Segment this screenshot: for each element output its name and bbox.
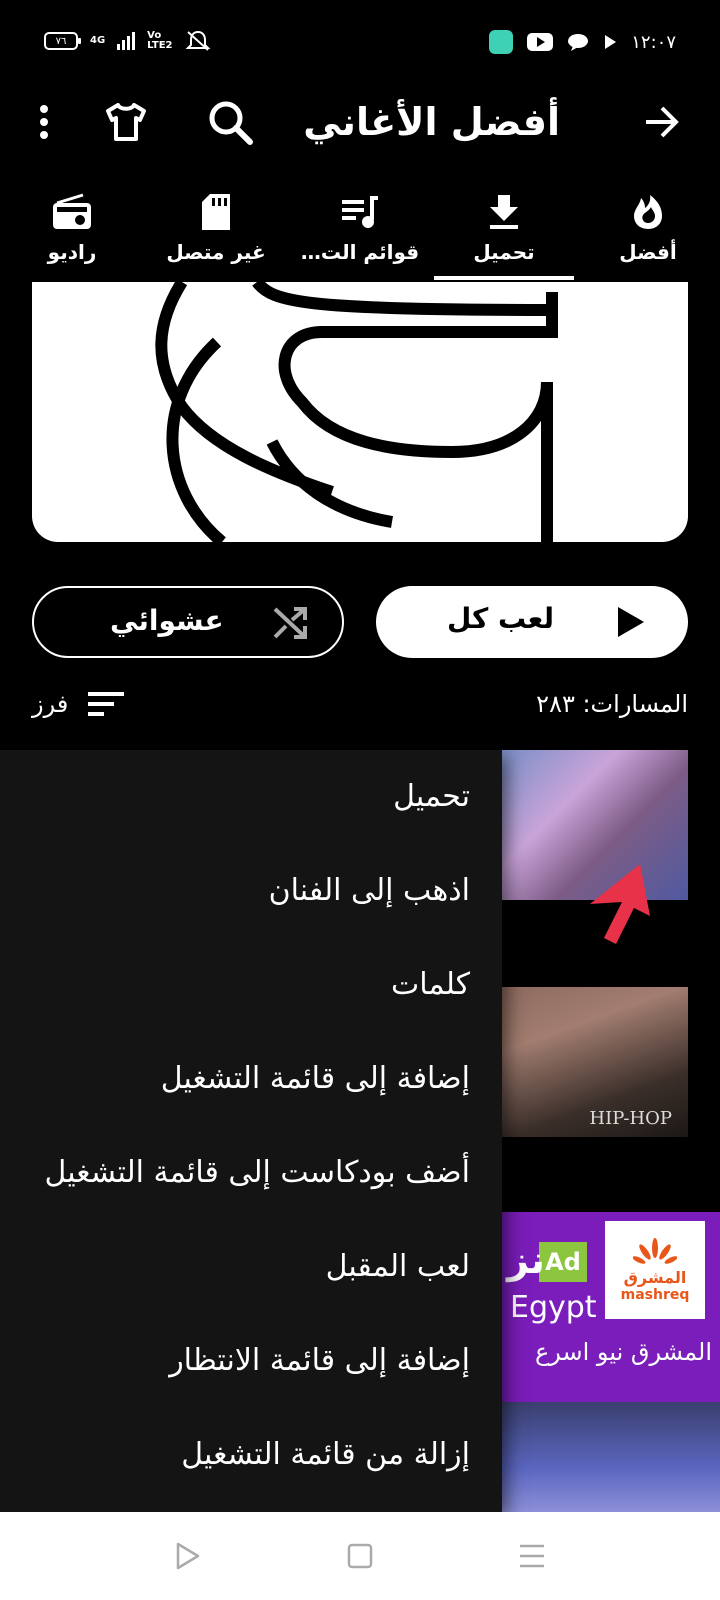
sort-icon: [88, 692, 125, 716]
page-title: أفضل الأغاني: [303, 100, 560, 144]
menu-item-download[interactable]: تحميل: [393, 772, 470, 820]
recents-nav-icon[interactable]: [510, 1534, 554, 1578]
chat-icon: [568, 34, 589, 51]
playlist-icon: [342, 196, 378, 228]
menu-item-add-to-queue[interactable]: إضافة إلى قائمة الانتظار: [169, 1336, 470, 1384]
radio-icon: [53, 193, 91, 229]
back-nav-icon[interactable]: [166, 1534, 210, 1578]
track-thumbnail[interactable]: [502, 1402, 720, 1512]
sd-card-icon: [202, 194, 230, 230]
tshirt-icon[interactable]: [98, 94, 154, 150]
pointer-cursor-icon: [590, 864, 650, 944]
clock: ١٢:٠٧: [631, 31, 676, 53]
sun-logo-icon: [633, 1237, 677, 1264]
shuffle-icon: [273, 607, 307, 639]
thumbnail-label: HIP-HOP: [589, 1108, 672, 1129]
network-type: 4G: [90, 35, 106, 46]
menu-item-play-next[interactable]: لعب المقبل: [326, 1242, 470, 1290]
play-all-button[interactable]: لعب كل: [376, 586, 688, 658]
tab-top[interactable]: أفضل: [578, 184, 718, 280]
playlist-banner: [32, 282, 688, 542]
ad-badge: Ad: [539, 1242, 587, 1282]
advertiser-name-ar: المشرق: [623, 1267, 687, 1287]
menu-item-go-to-artist[interactable]: اذهب إلى الفنان: [269, 866, 470, 914]
shuffle-button[interactable]: عشوائي: [32, 586, 344, 658]
battery-icon: ٧٦: [44, 32, 81, 50]
menu-item-add-to-playlist[interactable]: إضافة إلى قائمة التشغيل: [161, 1054, 470, 1102]
ad-banner[interactable]: المشرق mashreq Ad نز Egypt المشرق نيو اس…: [502, 1212, 720, 1402]
shuffle-label: عشوائي: [110, 604, 224, 637]
back-arrow-icon[interactable]: [634, 94, 690, 150]
tab-label: قوائم الت…: [300, 240, 420, 264]
system-nav-bar: [0, 1512, 720, 1600]
menu-item-remove-from-playlist[interactable]: إزالة من قائمة التشغيل: [181, 1430, 470, 1478]
more-options-icon[interactable]: [16, 94, 72, 150]
search-icon[interactable]: [202, 94, 258, 150]
menu-item-lyrics[interactable]: كلمات: [391, 960, 470, 1008]
app-notification-icon: [489, 30, 514, 54]
ad-country: Egypt: [510, 1290, 597, 1325]
tab-playlists[interactable]: قوائم الت…: [290, 184, 430, 280]
tab-offline[interactable]: غير متصل: [146, 184, 286, 280]
menu-item-add-podcast-to-playlist[interactable]: أضف بودكاست إلى قائمة التشغيل: [44, 1148, 470, 1196]
tab-label: تحميل: [473, 240, 535, 264]
tab-label: غير متصل: [166, 240, 266, 264]
tab-label: أفضل: [619, 240, 677, 264]
download-icon: [490, 195, 518, 229]
advertiser-logo: المشرق mashreq: [605, 1221, 705, 1319]
battery-level: ٧٦: [55, 35, 67, 47]
tab-radio[interactable]: راديو: [2, 184, 142, 280]
sort-button[interactable]: فرز: [32, 690, 126, 718]
context-menu: تحميل اذهب إلى الفنان كلمات إضافة إلى قا…: [0, 750, 502, 1512]
play-all-label: لعب كل: [447, 602, 554, 635]
volte-label: Vo LTE2: [147, 30, 173, 51]
tab-downloads[interactable]: تحميل: [434, 184, 574, 280]
brand-logo: [155, 282, 558, 542]
status-bar: ٧٦ 4G Vo LTE2 ١٢:٠٧: [0, 0, 720, 84]
tracks-count: المسارات: ٢٨٣: [536, 690, 688, 718]
play-notification-icon: [605, 35, 617, 49]
active-tab-indicator: [434, 276, 574, 280]
youtube-icon: [527, 33, 554, 51]
tab-bar: أفضل تحميل قوائم الت… غير متصل راديو: [0, 184, 720, 280]
sort-label: فرز: [32, 690, 69, 718]
flame-icon: [634, 195, 662, 229]
track-thumbnail[interactable]: HIP-HOP: [502, 987, 688, 1137]
app-bar: أفضل الأغاني: [0, 84, 720, 184]
signal-icon: [117, 32, 136, 50]
tab-label: راديو: [47, 240, 97, 264]
ad-headline: نز: [507, 1238, 545, 1282]
advertiser-name-en: mashreq: [620, 1286, 690, 1303]
play-icon: [618, 607, 644, 637]
home-nav-icon[interactable]: [338, 1534, 382, 1578]
mute-bell-icon: [185, 30, 211, 51]
ad-description: المشرق نيو اسرع: [534, 1338, 712, 1366]
